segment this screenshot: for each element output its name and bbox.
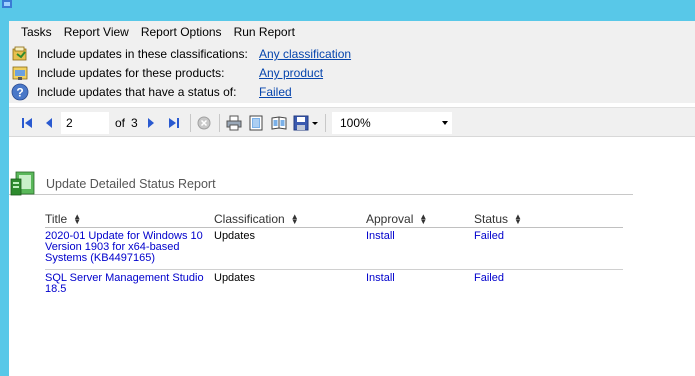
- first-page-icon[interactable]: [19, 115, 35, 131]
- zoom-value: 100%: [340, 116, 371, 130]
- menu-bar: Tasks Report View Report Options Run Rep…: [9, 21, 695, 43]
- print-icon[interactable]: [226, 115, 242, 131]
- filter-classification-row: Include updates in these classifications…: [11, 45, 351, 63]
- filter-status-link[interactable]: Failed: [259, 85, 292, 99]
- help-icon: ?: [11, 83, 29, 101]
- product-icon: [11, 64, 29, 82]
- menu-tasks[interactable]: Tasks: [15, 25, 58, 39]
- svg-text:?: ?: [16, 86, 23, 100]
- chevron-down-icon: [442, 121, 448, 125]
- menu-run-report[interactable]: Run Report: [228, 25, 301, 39]
- report-content: Update Detailed Status Report Title ▲ ▼ C…: [9, 138, 695, 376]
- sort-icon: ▲ ▼: [73, 212, 82, 226]
- app-icon: [2, 0, 12, 8]
- filter-panel: Include updates in these classifications…: [9, 43, 695, 103]
- sort-icon: ▲ ▼: [290, 212, 299, 226]
- classification-icon: [11, 45, 29, 63]
- print-layout-icon[interactable]: [248, 115, 264, 131]
- classification-cell: Updates: [214, 230, 255, 242]
- update-title-link[interactable]: 2020-01 Update for Windows 10 Version 19…: [45, 231, 203, 264]
- report-header: Update Detailed Status Report: [9, 171, 633, 196]
- page-setup-icon[interactable]: [271, 115, 287, 131]
- filter-status-row: ? Include updates that have a status of:…: [11, 83, 292, 101]
- sort-icon: ▲ ▼: [419, 212, 428, 226]
- stop-icon[interactable]: [196, 115, 212, 131]
- title-bar: [0, 0, 695, 21]
- last-page-icon[interactable]: [166, 115, 182, 131]
- status-link[interactable]: Failed: [474, 231, 504, 242]
- toolbar-separator: [219, 114, 220, 132]
- filter-product-row: Include updates for these products: Any …: [11, 64, 323, 82]
- report-title: Update Detailed Status Report: [46, 177, 216, 191]
- previous-page-icon[interactable]: [41, 115, 57, 131]
- approval-link[interactable]: Install: [366, 231, 395, 242]
- menu-report-options[interactable]: Report Options: [135, 25, 228, 39]
- update-title-link[interactable]: SQL Server Management Studio 18.5: [45, 273, 204, 295]
- column-header-classification[interactable]: Classification ▲ ▼: [214, 212, 299, 226]
- approval-link[interactable]: Install: [366, 273, 395, 284]
- classification-cell: Updates: [214, 272, 255, 284]
- menu-report-view[interactable]: Report View: [58, 25, 135, 39]
- table-row: SQL Server Management Studio 18.5 Update…: [45, 270, 623, 300]
- filter-product-link[interactable]: Any product: [259, 66, 323, 80]
- filter-classification-label: Include updates in these classifications…: [37, 47, 248, 61]
- total-pages: 3: [131, 116, 138, 130]
- status-link[interactable]: Failed: [474, 273, 504, 284]
- column-header-approval[interactable]: Approval ▲ ▼: [366, 212, 427, 226]
- page-number-input[interactable]: [61, 112, 109, 134]
- filter-classification-link[interactable]: Any classification: [259, 47, 351, 61]
- export-dropdown-icon[interactable]: [311, 115, 319, 131]
- report-table: Title ▲ ▼ Classification ▲ ▼ Approval ▲ ▼ S…: [45, 208, 623, 300]
- table-row: 2020-01 Update for Windows 10 Version 19…: [45, 228, 623, 270]
- column-header-title[interactable]: Title ▲ ▼: [45, 212, 81, 226]
- report-window: Tasks Report View Report Options Run Rep…: [9, 21, 695, 376]
- filter-product-label: Include updates for these products:: [37, 66, 225, 80]
- report-icon: [10, 171, 35, 196]
- toolbar-separator: [325, 114, 326, 132]
- next-page-icon[interactable]: [143, 115, 159, 131]
- export-icon[interactable]: [293, 115, 309, 131]
- report-toolbar: of 3 100%: [9, 107, 695, 137]
- column-header-status[interactable]: Status ▲ ▼: [474, 212, 522, 226]
- filter-status-label: Include updates that have a status of:: [37, 85, 237, 99]
- table-header: Title ▲ ▼ Classification ▲ ▼ Approval ▲ ▼ S…: [45, 208, 623, 228]
- sort-icon: ▲ ▼: [514, 212, 522, 226]
- toolbar-separator: [190, 114, 191, 132]
- of-label: of: [115, 116, 126, 130]
- zoom-select[interactable]: 100%: [332, 112, 452, 134]
